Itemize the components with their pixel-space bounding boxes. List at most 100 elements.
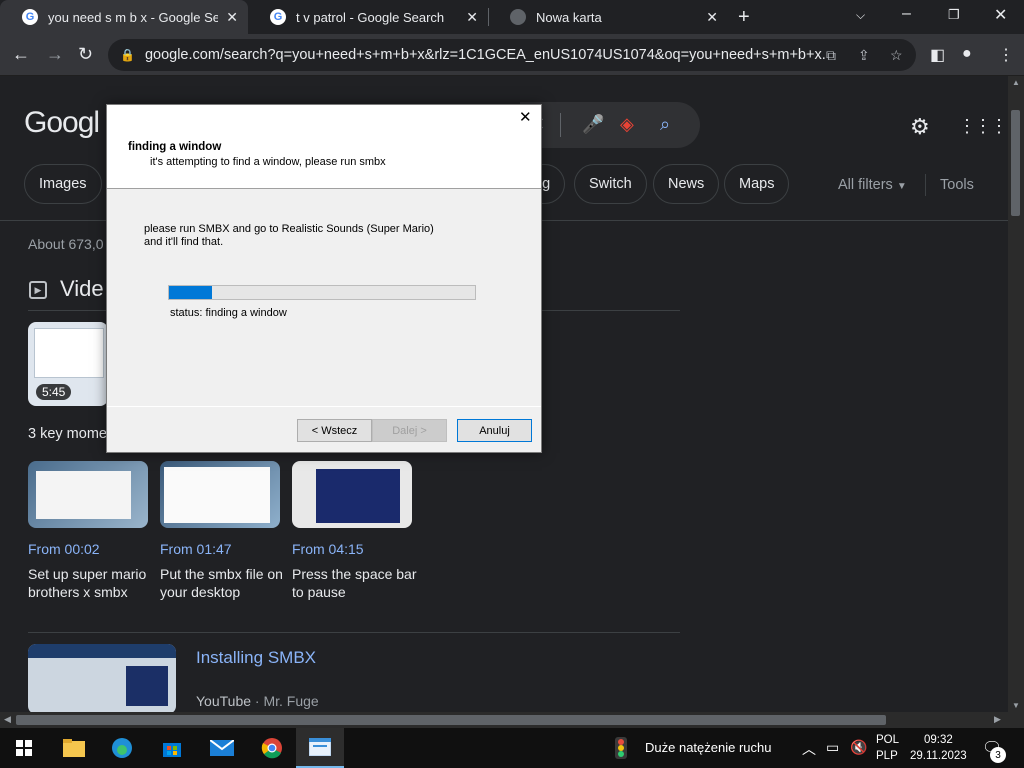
window-app-icon: [309, 738, 331, 756]
back-button[interactable]: < Wstecz: [297, 419, 372, 442]
share-icon[interactable]: ⇪: [858, 47, 870, 64]
result-divider: [28, 632, 680, 633]
tab-new-tab[interactable]: Nowa karta ✕: [488, 0, 728, 34]
filter-divider: [925, 174, 926, 196]
thumbnail-window-shape: [34, 328, 104, 378]
minimize-icon[interactable]: –: [902, 5, 911, 23]
mail-icon: [210, 740, 234, 756]
tab-strip: G you need s m b x - Google Search ✕ G t…: [0, 0, 1024, 34]
thumbnail-game-shape: [316, 469, 400, 523]
menu-icon[interactable]: ⋮: [998, 45, 1014, 65]
video-thumbnail[interactable]: 5:45: [28, 322, 108, 406]
video-duration: 5:45: [36, 384, 72, 400]
horizontal-scrollbar[interactable]: ◀ ▶: [0, 712, 1024, 728]
volume-muted-icon[interactable]: 🔇: [850, 739, 867, 756]
system-clock[interactable]: 09:32 29.11.2023: [910, 732, 967, 764]
cancel-button[interactable]: Anuluj: [457, 419, 532, 442]
clock-date: 29.11.2023: [910, 750, 967, 762]
tab-search-smbx[interactable]: G you need s m b x - Google Search ✕: [0, 0, 248, 34]
moment-thumbnail[interactable]: [292, 461, 412, 528]
moment-description[interactable]: Set up super mario brothers x smbx: [28, 565, 156, 601]
wizard-app-button[interactable]: [296, 728, 344, 768]
google-favicon-icon: G: [270, 9, 286, 25]
vertical-scrollbar[interactable]: ▲ ▼: [1008, 76, 1024, 712]
reload-icon[interactable]: ↻: [78, 44, 93, 65]
tools-button[interactable]: Tools: [940, 177, 974, 193]
scroll-down-icon[interactable]: ▼: [1012, 701, 1020, 710]
tab-title: t v patrol - Google Search: [296, 9, 445, 25]
tab-search-chevron-icon[interactable]: ⌵: [856, 8, 865, 23]
chrome-button[interactable]: [248, 728, 296, 768]
wizard-dialog: ✕ finding a window it's attempting to fi…: [106, 104, 542, 453]
store-bag-icon: [163, 743, 181, 757]
restore-icon[interactable]: ❐: [948, 7, 960, 23]
chip-maps[interactable]: Maps: [724, 164, 790, 204]
show-hidden-icons-icon[interactable]: ︿: [802, 739, 816, 759]
moment-timestamp[interactable]: From 01:47: [160, 541, 232, 557]
vertical-scroll-thumb[interactable]: [1011, 110, 1020, 216]
all-filters-button[interactable]: All filters ▼: [838, 177, 907, 193]
translate-icon[interactable]: ⧉: [826, 47, 836, 64]
search-divider: [560, 113, 561, 137]
input-language-indicator[interactable]: POL PLP: [876, 732, 899, 764]
scroll-left-icon[interactable]: ◀: [4, 714, 11, 725]
search-icon[interactable]: ⌕: [660, 114, 670, 135]
settings-gear-icon[interactable]: ⚙: [910, 114, 930, 140]
lens-icon[interactable]: ◈: [620, 114, 634, 135]
moment-timestamp[interactable]: From 00:02: [28, 541, 100, 557]
moment-thumbnail[interactable]: [160, 461, 280, 528]
dropdown-arrow-icon: ▼: [896, 181, 907, 192]
windows-logo-icon: [16, 740, 32, 756]
start-button[interactable]: [0, 728, 48, 768]
traffic-light-icon[interactable]: [614, 737, 628, 762]
chip-news[interactable]: News: [653, 164, 720, 204]
lock-icon[interactable]: 🔒: [120, 48, 135, 62]
close-window-icon[interactable]: ✕: [994, 5, 1007, 25]
profile-icon[interactable]: ●: [962, 45, 972, 63]
mail-button[interactable]: [198, 728, 246, 768]
edge-button[interactable]: [98, 728, 146, 768]
clock-time: 09:32: [923, 734, 953, 746]
horizontal-scroll-thumb[interactable]: [16, 715, 886, 725]
edge-icon: [112, 738, 132, 758]
moment-description[interactable]: Press the space bar to pause: [292, 565, 420, 601]
video-play-icon: ▶: [29, 281, 47, 299]
network-icon[interactable]: ▭: [826, 739, 839, 756]
keyboard-layout: PLP: [876, 750, 898, 762]
result-video-thumbnail[interactable]: [28, 644, 176, 712]
file-explorer-button[interactable]: [50, 728, 98, 768]
next-button[interactable]: Dalej >: [372, 419, 447, 442]
dialog-titlebar[interactable]: ✕: [107, 105, 541, 131]
dialog-subheading: it's attempting to find a window, please…: [150, 156, 386, 168]
progress-fill: [169, 286, 212, 299]
address-bar[interactable]: 🔒 google.com/search?q=you+need+s+m+b+x&r…: [108, 39, 916, 71]
language-code: POL: [876, 734, 900, 746]
scroll-right-icon[interactable]: ▶: [994, 714, 1001, 725]
google-apps-icon[interactable]: ⋮⋮⋮: [958, 116, 1008, 137]
store-button[interactable]: [148, 728, 196, 768]
scroll-up-icon[interactable]: ▲: [1012, 78, 1020, 87]
dialog-footer-divider: [107, 406, 541, 407]
chip-images[interactable]: Images: [24, 164, 102, 204]
close-tab-icon[interactable]: ✕: [466, 9, 478, 26]
chip-switch[interactable]: Switch: [574, 164, 647, 204]
back-icon[interactable]: ←: [12, 44, 30, 65]
search-box-tail[interactable]: ✕ 🎤 ◈ ⌕: [520, 102, 700, 148]
microphone-icon[interactable]: 🎤: [582, 114, 604, 135]
dialog-close-icon[interactable]: ✕: [519, 108, 532, 126]
star-icon[interactable]: ☆: [890, 47, 903, 64]
moment-description[interactable]: Put the smbx file on your desktop: [160, 565, 288, 601]
moment-timestamp[interactable]: From 04:15: [292, 541, 364, 557]
traffic-status-label[interactable]: Duże natężenie ruchu: [645, 740, 771, 755]
tab-search-tv-patrol[interactable]: G t v patrol - Google Search ✕: [248, 0, 488, 34]
thumbnail-banner-shape: [28, 644, 176, 658]
sidepanel-icon[interactable]: ◧: [930, 45, 945, 65]
moment-thumbnail[interactable]: [28, 461, 148, 528]
result-title-link[interactable]: Installing SMBX: [196, 648, 316, 668]
close-tab-icon[interactable]: ✕: [706, 9, 718, 26]
url-text[interactable]: google.com/search?q=you+need+s+m+b+x&rlz…: [145, 47, 825, 63]
google-logo[interactable]: Googl: [24, 106, 100, 140]
close-tab-icon[interactable]: ✕: [226, 9, 238, 26]
new-tab-icon[interactable]: +: [738, 6, 750, 29]
forward-icon[interactable]: →: [46, 44, 64, 65]
